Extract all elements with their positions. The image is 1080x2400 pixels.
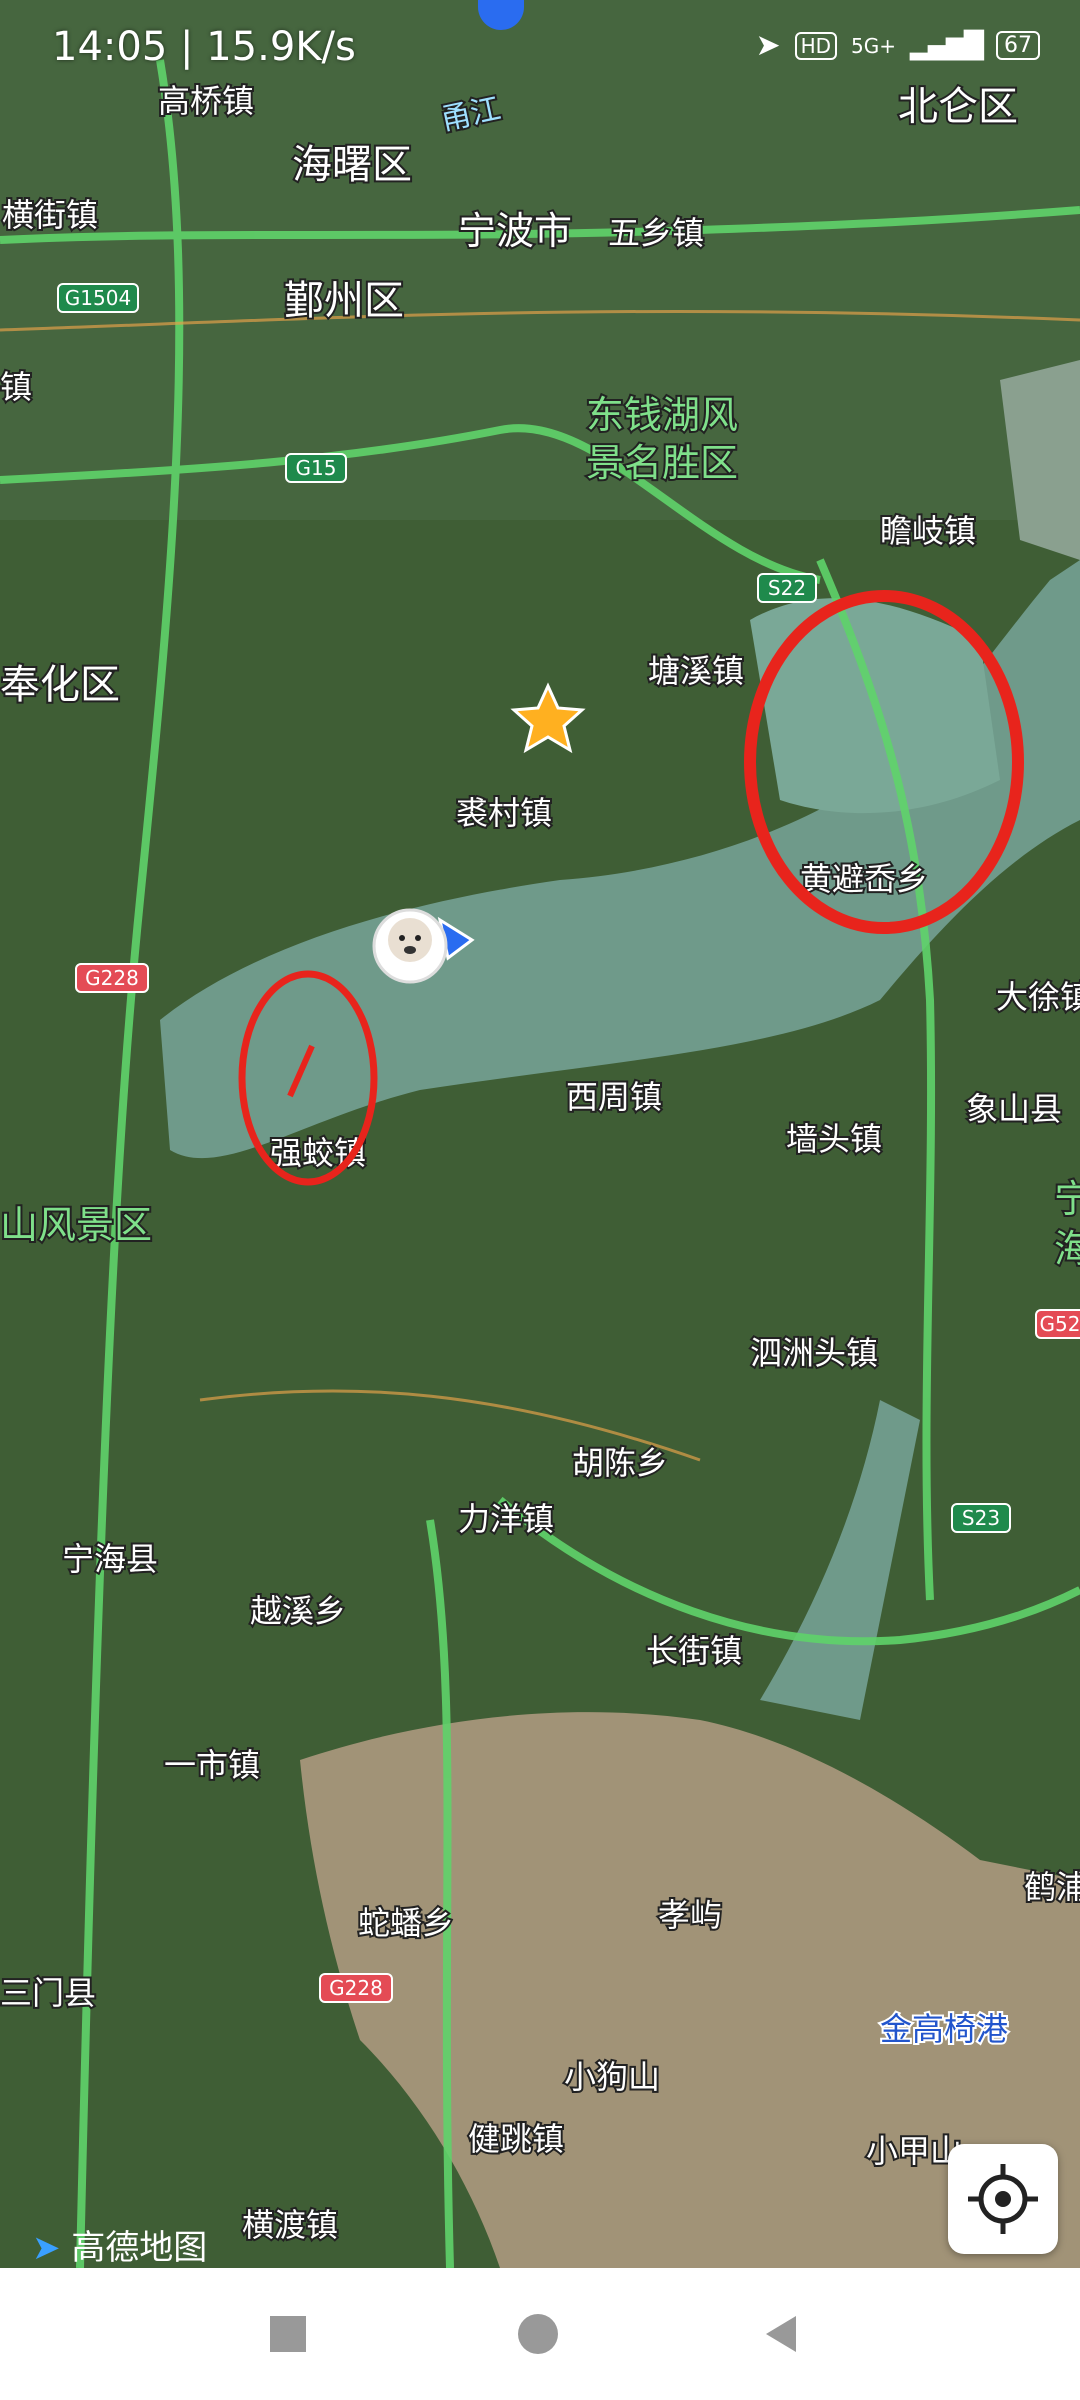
amap-logo-icon: ➤: [32, 2228, 61, 2268]
place-label: 健跳镇: [468, 2120, 564, 2158]
map-view[interactable]: G1504 G15 S22 G228 G228 S23 G52 高桥镇 海曙区 …: [0, 0, 1080, 2268]
place-label: 瞻岐镇: [880, 512, 976, 550]
place-label: 鹤浦: [1024, 1868, 1080, 1906]
place-label: 越溪乡: [250, 1592, 346, 1630]
place-label: 墙头镇: [786, 1120, 882, 1158]
place-label: 塘溪镇: [648, 652, 744, 690]
svg-text:G15: G15: [296, 456, 337, 480]
svg-text:S23: S23: [962, 1506, 1000, 1530]
crosshair-icon: [968, 2164, 1038, 2234]
status-time: 14:05: [52, 24, 168, 70]
scenic-label: 景名胜区: [586, 441, 738, 485]
network-type: 5G+: [851, 33, 897, 58]
place-label: 宁: [1054, 1177, 1080, 1221]
svg-text:S22: S22: [768, 576, 806, 600]
place-label: 海曙区: [292, 142, 412, 188]
svg-text:G228: G228: [85, 966, 139, 990]
recents-square-icon[interactable]: [262, 2308, 314, 2360]
location-arrow-icon: ➤: [755, 28, 781, 63]
home-circle-icon[interactable]: [512, 2308, 564, 2360]
status-bar: 14:05 | 15.9K/s ➤ HD 5G+ ▂▄▆█ 67: [0, 0, 1080, 100]
svg-text:G52: G52: [1040, 1312, 1080, 1336]
place-label: 大徐镇: [996, 978, 1080, 1016]
battery-level: 67: [996, 31, 1040, 60]
place-label: 西周镇: [566, 1078, 662, 1116]
place-label: 泗洲头镇: [750, 1334, 878, 1372]
road-shield-g52: G52: [1035, 1309, 1080, 1339]
place-label: 奉化区: [0, 662, 120, 708]
road-shield-g1504: G1504: [57, 283, 139, 313]
place-label: 三门县: [0, 1974, 96, 2012]
place-label: 孝屿: [658, 1896, 722, 1934]
road-shield-g228-north: G228: [75, 963, 149, 993]
hd-badge: HD: [794, 31, 838, 60]
signal-icon: ▂▄▆█: [910, 30, 984, 61]
scenic-label: 东钱湖风: [586, 393, 738, 437]
place-label: 裘村镇: [456, 794, 552, 832]
back-triangle-icon[interactable]: [756, 2308, 808, 2360]
place-label: 海: [1054, 1227, 1080, 1271]
road-shield-g15: G15: [285, 453, 347, 483]
svg-text:G228: G228: [329, 1976, 383, 2000]
navigation-bar: [0, 2268, 1080, 2400]
port-label: 金高椅港: [880, 2010, 1008, 2048]
place-label: 胡陈乡: [572, 1444, 668, 1482]
place-label: 小狗山: [564, 2058, 660, 2096]
place-label: 镇: [0, 368, 32, 406]
place-label: 象山县: [966, 1090, 1062, 1128]
place-label: 黄避岙乡: [800, 860, 928, 898]
place-label: 横渡镇: [242, 2206, 338, 2244]
place-label: 鄞州区: [284, 278, 404, 324]
place-label: 宁波市: [458, 209, 572, 253]
place-label: 宁海县: [62, 1540, 158, 1578]
place-label: 一市镇: [164, 1746, 260, 1784]
place-label: 长街镇: [646, 1632, 742, 1670]
road-shield-g228-south: G228: [319, 1973, 393, 2003]
location-pin-icon: [478, 0, 524, 30]
svg-text:G1504: G1504: [65, 286, 131, 310]
road-shield-s23: S23: [951, 1503, 1011, 1533]
network-speed: 15.9K/s: [206, 24, 356, 70]
locate-button[interactable]: [948, 2144, 1058, 2254]
scenic-label: 山风景区: [0, 1203, 152, 1247]
place-label: 蛇蟠乡: [358, 1904, 454, 1942]
place-label: 五乡镇: [608, 214, 704, 252]
place-label: 力洋镇: [458, 1500, 554, 1538]
road-shield-s22: S22: [757, 573, 817, 603]
amap-logo: ➤ 高德地图: [32, 2228, 208, 2268]
place-label: 横街镇: [2, 196, 98, 234]
